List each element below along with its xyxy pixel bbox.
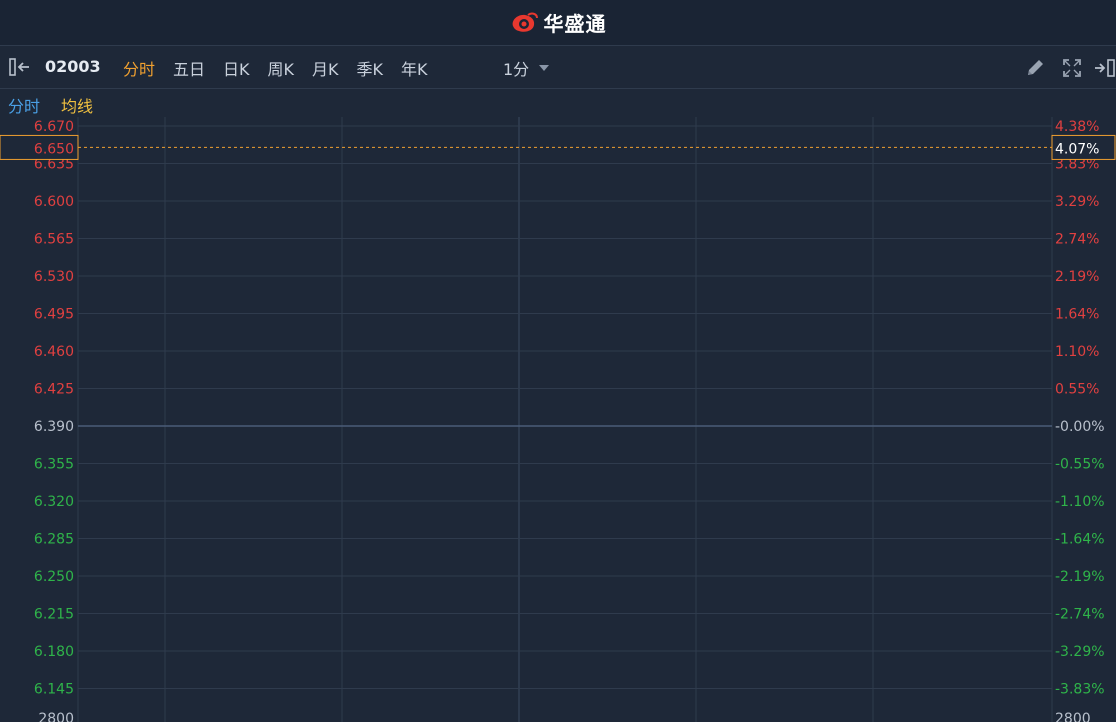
volume-axis-label: 2800 bbox=[38, 711, 74, 722]
y-tick-label: 6.180 bbox=[34, 644, 74, 660]
y-tick-pct-label: -1.64% bbox=[1055, 532, 1105, 548]
y-tick-pct-label: -2.19% bbox=[1055, 569, 1105, 585]
app-title: 华盛通 bbox=[543, 12, 607, 36]
collapse-left-icon[interactable] bbox=[9, 58, 31, 76]
y-tick-label: 6.530 bbox=[34, 269, 74, 285]
chart-toolbar: 02003 分时 五日 日K 周K 月K 季K 年K 1分 bbox=[0, 46, 1116, 89]
y-tick-label: 6.215 bbox=[34, 607, 74, 623]
interval-dropdown[interactable]: 1分 bbox=[503, 56, 550, 80]
y-tick-pct-label: 0.55% bbox=[1055, 382, 1099, 398]
y-tick-label: 6.250 bbox=[34, 569, 74, 585]
y-tick-pct-label: 2.19% bbox=[1055, 269, 1099, 285]
y-tick-label: 6.390 bbox=[34, 419, 74, 435]
intraday-chart[interactable]: 6.670 4.38% 6.635 3.83% 6.600 3.29% 6.565 2.74%… bbox=[0, 117, 1116, 722]
y-tick-label: 6.285 bbox=[34, 532, 74, 548]
y-tick-label: 6.320 bbox=[34, 494, 74, 510]
tab-quarterly-k[interactable]: 季K bbox=[357, 56, 384, 80]
tab-weekly-k[interactable]: 周K bbox=[268, 56, 295, 80]
y-tick-pct-label: 1.64% bbox=[1055, 307, 1099, 323]
indicator-average-label[interactable]: 均线 bbox=[61, 93, 93, 117]
y-tick-label: 6.670 bbox=[34, 119, 74, 135]
y-tick-label: 6.145 bbox=[34, 682, 74, 698]
indicator-intraday-label[interactable]: 分时 bbox=[8, 93, 40, 117]
tab-five-day[interactable]: 五日 bbox=[173, 56, 205, 80]
y-tick-label: 6.355 bbox=[34, 457, 74, 473]
fullscreen-icon[interactable] bbox=[1062, 58, 1082, 78]
stock-symbol: 02003 bbox=[45, 57, 101, 76]
y-tick-label: 6.460 bbox=[34, 344, 74, 360]
tab-daily-k[interactable]: 日K bbox=[223, 56, 250, 80]
y-tick-label: 6.425 bbox=[34, 382, 74, 398]
crosshair-price-label: 6.650 bbox=[34, 141, 74, 157]
interval-label: 1分 bbox=[503, 60, 530, 79]
tab-monthly-k[interactable]: 月K bbox=[312, 56, 339, 80]
chevron-down-icon bbox=[539, 65, 550, 71]
y-tick-pct-label: 1.10% bbox=[1055, 344, 1099, 360]
y-tick-label: 6.565 bbox=[34, 232, 74, 248]
period-tabs: 分时 五日 日K 周K 月K 季K 年K bbox=[123, 56, 446, 80]
crosshair-pct-label: 4.07% bbox=[1055, 141, 1099, 157]
y-tick-label: 6.600 bbox=[34, 194, 74, 210]
toolbar-icons bbox=[1024, 57, 1116, 79]
app-titlebar: 华盛通 bbox=[0, 0, 1116, 46]
y-tick-pct-label: -3.83% bbox=[1055, 682, 1105, 698]
y-tick-label: 6.495 bbox=[34, 307, 74, 323]
y-tick-pct-label: 3.29% bbox=[1055, 194, 1099, 210]
y-tick-pct-label: 2.74% bbox=[1055, 232, 1099, 248]
price-chart-svg[interactable]: 6.670 4.38%6.635 3.83%6.600 3.29%6.565 2.74%… bbox=[0, 117, 1116, 722]
collapse-right-icon[interactable] bbox=[1094, 59, 1116, 77]
y-tick-pct-label: -0.00% bbox=[1055, 419, 1105, 435]
brand: 华盛通 bbox=[510, 8, 607, 37]
y-tick-pct-label: -2.74% bbox=[1055, 607, 1105, 623]
volume-axis-label-right: 2800 bbox=[1055, 711, 1091, 722]
y-tick-pct-label: -3.29% bbox=[1055, 644, 1105, 660]
indicator-bar: 分时 均线 bbox=[0, 89, 1116, 117]
y-tick-pct-label: -0.55% bbox=[1055, 457, 1105, 473]
tab-intraday[interactable]: 分时 bbox=[123, 56, 155, 80]
pencil-icon[interactable] bbox=[1024, 57, 1046, 79]
huashengtong-logo-icon bbox=[512, 12, 538, 32]
y-tick-pct-label: -1.10% bbox=[1055, 494, 1105, 510]
tab-yearly-k[interactable]: 年K bbox=[401, 56, 428, 80]
y-tick-pct-label: 4.38% bbox=[1055, 119, 1099, 135]
